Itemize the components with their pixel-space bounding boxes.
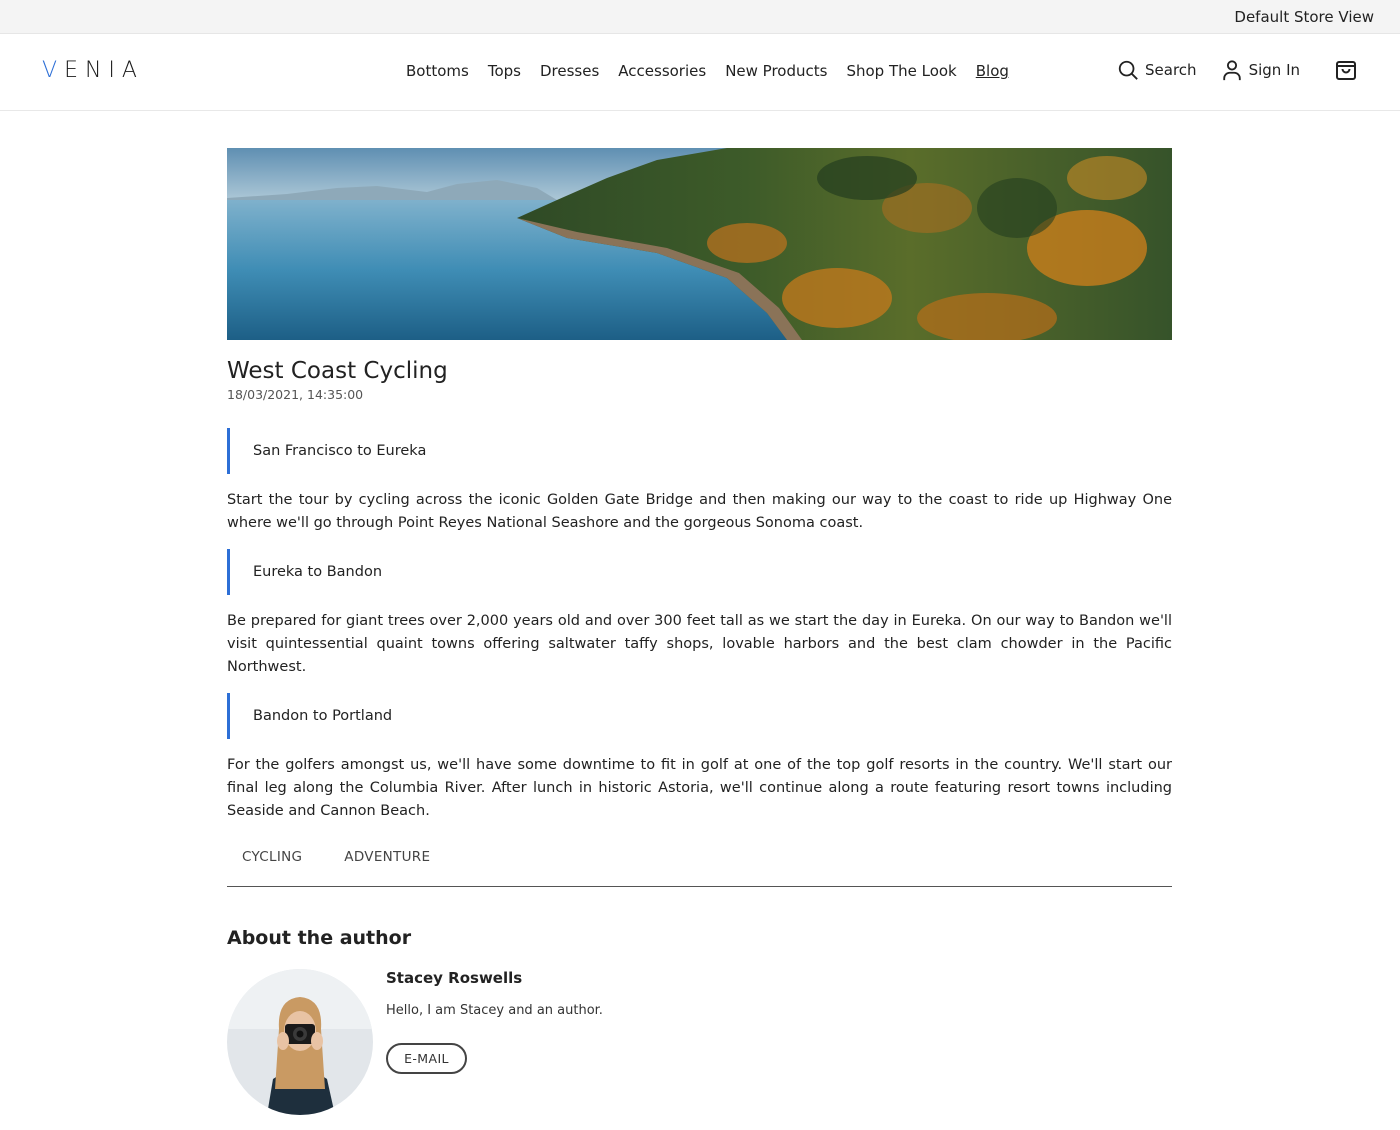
nav-item-dresses[interactable]: Dresses [540,62,599,80]
main-nav: Bottoms Tops Dresses Accessories New Pro… [406,62,1028,80]
post-tags: CYCLING ADVENTURE [227,849,1172,865]
tag-adventure[interactable]: ADVENTURE [344,849,430,865]
tag-cycling[interactable]: CYCLING [242,849,302,865]
site-header: VENIA Bottoms Tops Dresses Accessories N… [0,34,1400,111]
section-text: Start the tour by cycling across the ico… [227,492,1172,531]
nav-item-accessories[interactable]: Accessories [618,62,706,80]
search-icon [1118,60,1138,80]
post-title: West Coast Cycling [227,358,448,384]
cart-icon [1336,61,1356,80]
author-avatar [227,969,373,1115]
section-heading: Eureka to Bandon [227,549,1172,595]
nav-item-bottoms[interactable]: Bottoms [406,62,469,80]
section-text: For the golfers amongst us, we'll have s… [227,757,1172,819]
email-button[interactable]: E-MAIL [386,1043,467,1074]
author-bio: Hello, I am Stacey and an author. [386,1003,603,1018]
nav-item-tops[interactable]: Tops [488,62,521,80]
search-label: Search [1145,61,1197,79]
author-name: Stacey Roswells [386,969,523,987]
user-icon [1222,60,1241,81]
nav-item-new-products[interactable]: New Products [725,62,827,80]
section-text: Be prepared for giant trees over 2,000 y… [227,613,1172,675]
cart-button[interactable] [1334,58,1364,82]
search-button[interactable]: Search [1117,59,1197,81]
top-bar: Default Store View [0,0,1400,34]
blog-post: West Coast Cycling 18/03/2021, 14:35:00 … [227,148,1172,1119]
section-heading: Bandon to Portland [227,693,1172,739]
logo[interactable]: VENIA [42,58,144,83]
nav-item-blog[interactable]: Blog [976,62,1009,80]
nav-item-shop-the-look[interactable]: Shop The Look [846,62,956,80]
hero-image [227,148,1172,340]
sign-in-button[interactable]: Sign In [1221,59,1300,81]
section-heading: San Francisco to Eureka [227,428,1172,474]
author-card: Stacey Roswells Hello, I am Stacey and a… [227,969,1172,1119]
header-actions: Search Sign In [1117,58,1364,82]
about-author-heading: About the author [227,927,412,949]
sign-in-label: Sign In [1248,61,1300,79]
post-date: 18/03/2021, 14:35:00 [227,387,364,402]
divider [227,886,1172,887]
store-view-switcher[interactable]: Default Store View [1234,8,1374,26]
